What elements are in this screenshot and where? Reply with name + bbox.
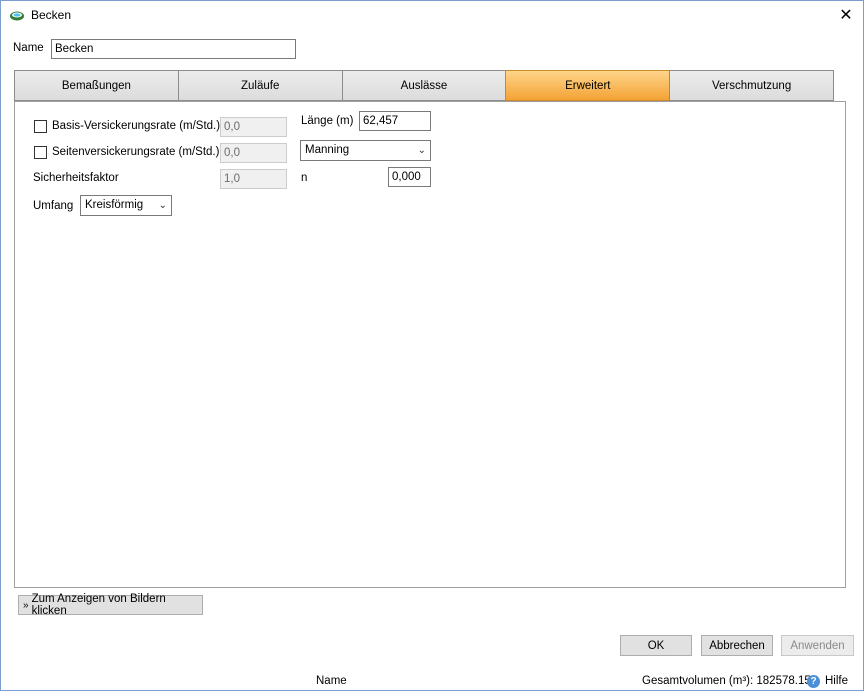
method-value: Manning <box>305 144 350 156</box>
umfang-value: Kreisförmig <box>85 199 144 211</box>
name-input[interactable]: Becken <box>51 39 296 59</box>
total-volume-text: Gesamtvolumen (m³): 182578.157 <box>642 675 818 687</box>
n-input[interactable]: 0,000 <box>388 167 431 187</box>
tab-erweitert[interactable]: Erweitert <box>505 70 670 101</box>
n-label: n <box>301 172 308 184</box>
chevron-down-icon: ⌄ <box>158 200 167 211</box>
tab-bemassungen[interactable]: Bemaßungen <box>14 70 178 101</box>
umfang-select[interactable]: Kreisförmig ⌄ <box>80 195 172 216</box>
chevron-down-icon: ⌄ <box>417 145 426 156</box>
seiten-rate-label: Seitenversickerungsrate (m/Std.) <box>52 146 220 158</box>
app-icon <box>10 11 24 21</box>
basis-rate-input: 0,0 <box>220 117 287 137</box>
status-bar: Name Gesamtvolumen (m³): 182578.157 ? Hi… <box>1 673 863 690</box>
tab-verschmutzung[interactable]: Verschmutzung <box>669 70 834 101</box>
laenge-label: Länge (m) <box>301 115 354 127</box>
window-title: Becken <box>31 8 72 22</box>
double-chevron-down-icon: » <box>23 599 29 611</box>
basis-rate-checkbox[interactable] <box>34 120 47 133</box>
tab-auslaesse[interactable]: Auslässe <box>341 70 506 101</box>
umfang-label: Umfang <box>33 200 74 212</box>
dialog-window: Becken ✕ Name Becken Bemaßungen Zuläufe … <box>0 0 864 691</box>
basis-rate-label: Basis-Versickerungsrate (m/Std.) <box>52 120 221 132</box>
show-images-label: Zum Anzeigen von Bildern klicken <box>31 593 166 617</box>
seiten-rate-input: 0,0 <box>220 143 287 163</box>
method-select[interactable]: Manning ⌄ <box>300 140 431 161</box>
apply-button: Anwenden <box>781 635 854 656</box>
sicherheitsfaktor-label: Sicherheitsfaktor <box>33 172 119 184</box>
sicherheitsfaktor-input: 1,0 <box>220 169 287 189</box>
ok-button[interactable]: OK <box>620 635 692 656</box>
title-bar: Becken ✕ <box>1 1 863 29</box>
close-button[interactable]: ✕ <box>829 1 863 29</box>
tab-zulaeufe[interactable]: Zuläufe <box>177 70 342 101</box>
cancel-button[interactable]: Abbrechen <box>701 635 773 656</box>
help-link[interactable]: Hilfe <box>825 675 848 687</box>
close-icon: ✕ <box>839 7 853 24</box>
seiten-rate-checkbox[interactable] <box>34 146 47 159</box>
status-name-label: Name <box>316 675 347 687</box>
laenge-input[interactable]: 62,457 <box>359 111 431 131</box>
tab-strip: Bemaßungen Zuläufe Auslässe Erweitert Ve… <box>14 70 834 101</box>
show-images-button[interactable]: » Zum Anzeigen von Bildern klicken <box>18 593 203 617</box>
help-icon[interactable]: ? <box>807 675 820 688</box>
name-label: Name <box>13 42 44 54</box>
